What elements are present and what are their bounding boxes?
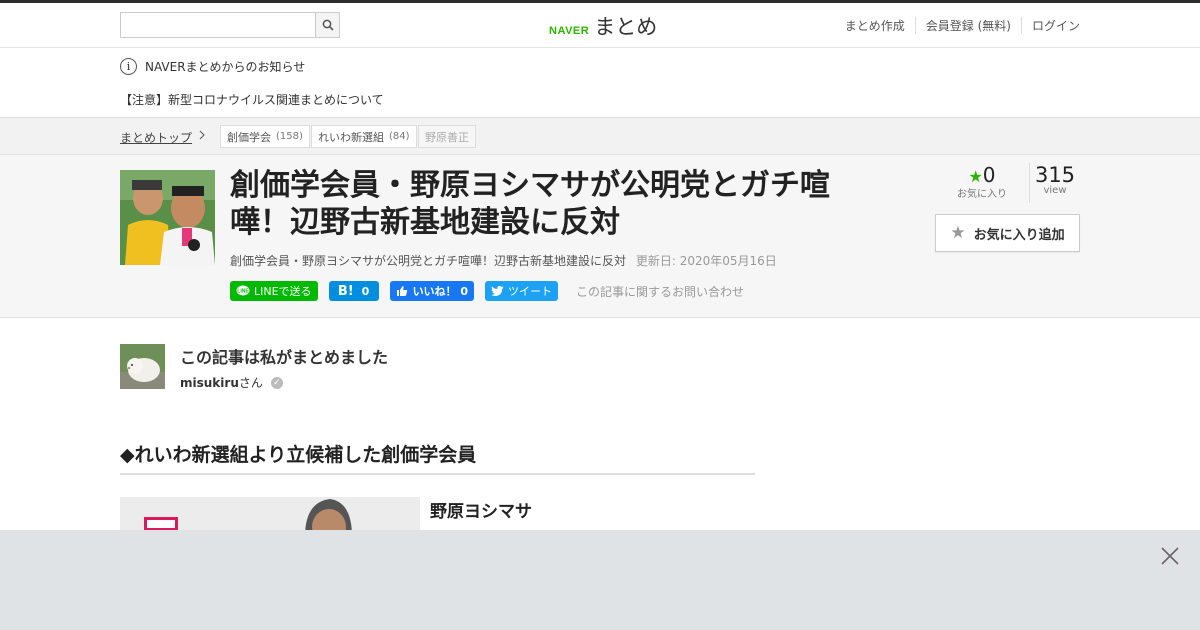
tag-count: (84) [389, 131, 410, 142]
star-icon: ★ [968, 167, 983, 186]
line-share-button[interactable]: LINE LINEで送る [230, 281, 318, 301]
notice-item-link[interactable]: 【注意】新型コロナウイルス関連まとめについて [120, 91, 384, 108]
add-favorite-button[interactable]: ★ お気に入り追加 [935, 214, 1080, 252]
logo-naver: NAVER [549, 25, 590, 37]
favorite-stat: ★0 お気に入り [935, 163, 1030, 203]
contact-link[interactable]: この記事に関するお問い合わせ [576, 283, 744, 300]
tag-label: 創価学会 [227, 130, 271, 144]
tag-label: れいわ新選組 [318, 130, 384, 144]
facebook-like-label: いいね！ 0 [412, 285, 469, 298]
create-matome-link[interactable]: まとめ作成 [845, 17, 915, 34]
avatar[interactable] [120, 344, 165, 389]
verified-check-icon: ✓ [270, 376, 283, 389]
add-favorite-label: お気に入り追加 [973, 227, 1065, 243]
tag-soka[interactable]: 創価学会 (158) [220, 125, 310, 148]
hatena-count: 0 [361, 284, 370, 298]
svg-text:LINE: LINE [237, 289, 249, 295]
notice-title: NAVERまとめからのお知らせ [145, 60, 306, 74]
info-icon: i [120, 58, 137, 75]
chevron-right-icon [198, 129, 206, 144]
header-nav: まとめ作成 会員登録 (無料) ログイン [845, 17, 1080, 34]
tweet-button[interactable]: ツイート [485, 281, 559, 301]
share-bar: LINE LINEで送る B! 0 いいね！ 0 ツイート この記事に関するお問… [230, 281, 744, 301]
author-suffix: さん [238, 376, 263, 390]
search-button[interactable] [315, 12, 340, 38]
author-name-row: misukiru さん ✓ [180, 374, 283, 391]
twitter-bird-icon [491, 285, 504, 296]
section-heading: ◆れいわ新選組より立候補した創価学会員 [120, 440, 755, 475]
ad-overlay [0, 530, 1200, 630]
logo-matome: まとめ [594, 15, 658, 39]
breadcrumb: まとめトップ 創価学会 (158) れいわ新選組 (84) 野原善正 [0, 118, 1200, 155]
breadcrumb-home-link[interactable]: まとめトップ [120, 129, 192, 146]
facebook-like-button[interactable]: いいね！ 0 [389, 281, 475, 301]
article-thumbnail [120, 170, 215, 265]
search-form [120, 12, 340, 38]
favorite-label: お気に入り [957, 189, 1007, 200]
tweet-label: ツイート [508, 285, 553, 298]
line-share-label: LINEで送る [254, 285, 312, 298]
candidate-name: 野原ヨシマサ [430, 502, 532, 522]
article-subtitle: 創価学会員・野原ヨシマサが公明党とガチ喧嘩！辺野古新基地建設に反対 [230, 254, 627, 268]
article-header: 創価学会員・野原ヨシマサが公明党とガチ喧嘩！辺野古新基地建設に反対 創価学会員・… [0, 155, 1200, 318]
search-icon [322, 19, 334, 31]
hatena-bookmark-button[interactable]: B! 0 [328, 281, 379, 301]
tag-reiwa[interactable]: れいわ新選組 (84) [311, 125, 417, 148]
favorite-count: 0 [982, 163, 996, 187]
author-name[interactable]: misukiru [180, 376, 239, 390]
article-subtitle-row: 創価学会員・野原ヨシマサが公明党とガチ喧嘩！辺野古新基地建設に反対 更新日: 2… [230, 252, 777, 269]
site-logo[interactable]: NAVER まとめ [549, 11, 657, 41]
tag-nohara[interactable]: 野原善正 [418, 125, 476, 148]
tag-count: (158) [276, 131, 303, 142]
site-header: NAVER まとめ まとめ作成 会員登録 (無料) ログイン [0, 3, 1200, 48]
search-input[interactable] [120, 12, 315, 38]
register-link[interactable]: 会員登録 (無料) [914, 17, 1021, 34]
login-link[interactable]: ログイン [1020, 17, 1080, 34]
article-title: 創価学会員・野原ヨシマサが公明党とガチ喧嘩！辺野古新基地建設に反対 [230, 168, 830, 240]
notice-header: i NAVERまとめからのお知らせ [120, 58, 305, 75]
notice-area: i NAVERまとめからのお知らせ 【注意】新型コロナウイルス関連まとめについて [0, 48, 1200, 118]
thumbs-up-icon [396, 286, 407, 296]
author-heading: この記事は私がまとめました [180, 348, 389, 367]
tag-label: 野原善正 [425, 130, 469, 144]
line-icon: LINE [236, 285, 250, 296]
star-outline-icon: ★ [950, 223, 966, 243]
close-icon[interactable] [1160, 546, 1180, 566]
article-stats: ★0 お気に入り 315 view [935, 163, 1080, 203]
hatena-icon: B! [337, 283, 354, 299]
updated-date: 更新日: 2020年05月16日 [635, 254, 777, 268]
view-stat: 315 view [1030, 163, 1080, 196]
view-count: 315 [1034, 163, 1076, 187]
